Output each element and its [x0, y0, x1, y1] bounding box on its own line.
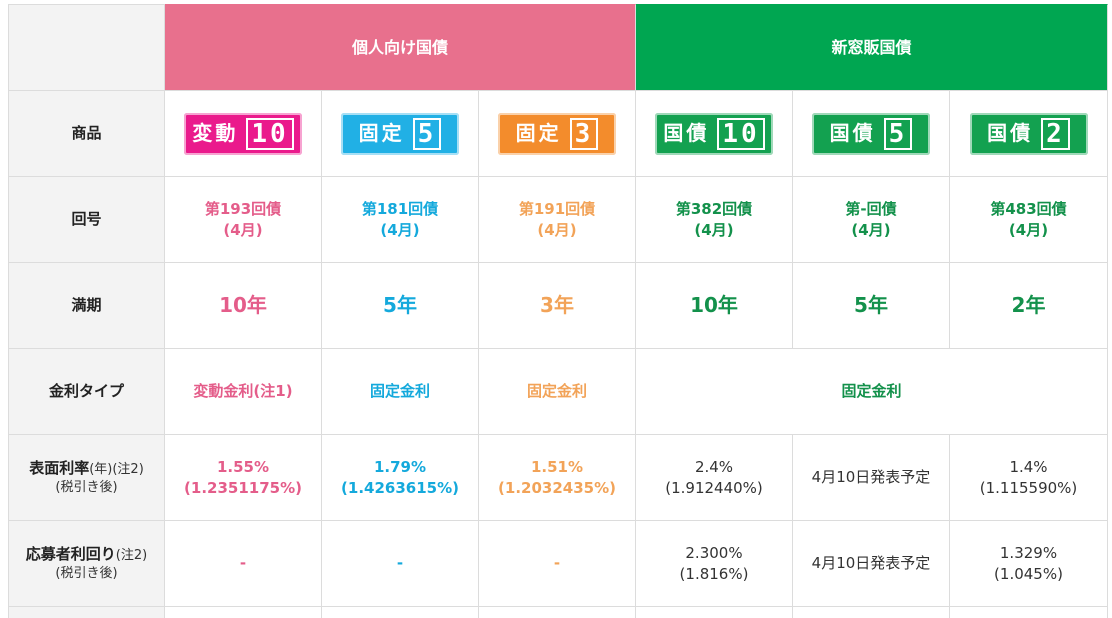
jgb-10-logo: 国債 10: [655, 112, 773, 155]
product-cell-jgb5: 国債 5: [793, 91, 950, 177]
coupon-fixed5: 1.79% (1.4263615%): [322, 435, 479, 521]
issue-cell-fixed3: 第191回債 (4月): [479, 177, 636, 263]
maturity-jgb10: 10年: [636, 263, 793, 349]
coupon-floating10: 1.55% (1.2351175%): [165, 435, 322, 521]
bond-comparison-table: 個人向け国債 新窓販国債 商品 変動 10 固定 5 固定 3 国債 10 国債 5 国債…: [8, 4, 1112, 618]
yield-fixed5: -: [322, 521, 479, 607]
row-label-coupon: 表面利率(年)(注2) (税引き後): [8, 435, 165, 521]
product-cell-fixed5: 固定 5: [322, 91, 479, 177]
next-row-label-partial: [8, 607, 165, 618]
product-cell-jgb10: 国債 10: [636, 91, 793, 177]
row-label-issue: 回号: [8, 177, 165, 263]
row-label-rate-type: 金利タイプ: [8, 349, 165, 435]
issue-cell-jgb2: 第483回債 (4月): [950, 177, 1108, 263]
issue-cell-jgb10: 第382回債 (4月): [636, 177, 793, 263]
row-label-product: 商品: [8, 91, 165, 177]
rate-type-floating: 変動金利(注1): [165, 349, 322, 435]
rate-type-fixed5: 固定金利: [322, 349, 479, 435]
issue-cell-fixed5: 第181回債 (4月): [322, 177, 479, 263]
yield-jgb5: 4月10日発表予定: [793, 521, 950, 607]
rate-type-fixed3: 固定金利: [479, 349, 636, 435]
row-label-yield: 応募者利回り(注2) (税引き後): [8, 521, 165, 607]
coupon-jgb10: 2.4% (1.912440%): [636, 435, 793, 521]
header-empty-cell: [8, 4, 165, 91]
row-label-maturity: 満期: [8, 263, 165, 349]
maturity-fixed5: 5年: [322, 263, 479, 349]
header-new-window-label: 新窓販国債: [831, 37, 912, 57]
yield-fixed3: -: [479, 521, 636, 607]
product-cell-jgb2: 国債 2: [950, 91, 1108, 177]
maturity-jgb2: 2年: [950, 263, 1108, 349]
header-individual-bonds: 個人向け国債: [165, 4, 636, 91]
yield-jgb10: 2.300% (1.816%): [636, 521, 793, 607]
fixed-3-logo: 固定 3: [498, 112, 616, 155]
rate-type-new-window: 固定金利: [636, 349, 1108, 435]
product-cell-fixed3: 固定 3: [479, 91, 636, 177]
header-individual-label: 個人向け国債: [351, 37, 448, 57]
product-cell-floating10: 変動 10: [165, 91, 322, 177]
coupon-fixed3: 1.51% (1.2032435%): [479, 435, 636, 521]
yield-jgb2: 1.329% (1.045%): [950, 521, 1108, 607]
fixed-5-logo: 固定 5: [341, 112, 459, 155]
maturity-jgb5: 5年: [793, 263, 950, 349]
yield-floating10: -: [165, 521, 322, 607]
coupon-jgb5: 4月10日発表予定: [793, 435, 950, 521]
jgb-2-logo: 国債 2: [969, 112, 1088, 155]
issue-cell-floating10: 第193回債 (4月): [165, 177, 322, 263]
issue-cell-jgb5: 第-回債 (4月): [793, 177, 950, 263]
floating-10-logo: 変動 10: [184, 112, 302, 155]
header-new-window-bonds: 新窓販国債: [636, 4, 1108, 91]
maturity-floating10: 10年: [165, 263, 322, 349]
maturity-fixed3: 3年: [479, 263, 636, 349]
jgb-5-logo: 国債 5: [812, 112, 930, 155]
coupon-jgb2: 1.4% (1.115590%): [950, 435, 1108, 521]
